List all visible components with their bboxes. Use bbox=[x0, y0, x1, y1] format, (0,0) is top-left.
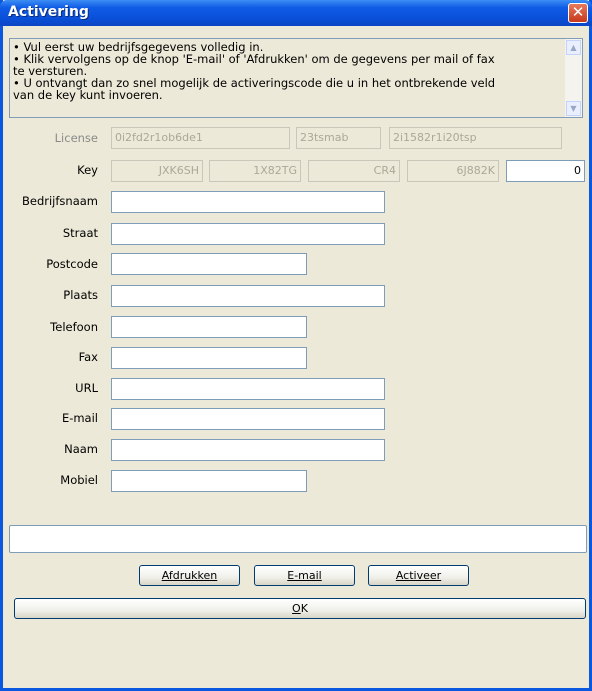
ok-button[interactable]: OK bbox=[14, 598, 586, 619]
mobiel-field[interactable] bbox=[111, 470, 307, 492]
afdrukken-button[interactable]: Afdrukken bbox=[139, 565, 240, 586]
activation-key-input[interactable]: 0 bbox=[506, 160, 585, 182]
activeer-button[interactable]: Activeer bbox=[368, 565, 469, 586]
straat-field[interactable] bbox=[111, 223, 385, 245]
license-label: License bbox=[54, 131, 98, 145]
email-label: E-mail bbox=[61, 411, 98, 425]
title-bar[interactable]: Activering ✕ bbox=[0, 0, 592, 26]
bedrijfsnaam-field[interactable] bbox=[111, 191, 385, 213]
ok-button-label-rest: K bbox=[300, 602, 308, 615]
url-label: URL bbox=[75, 381, 98, 395]
instruction-line: van de key kunt invoeren. bbox=[13, 88, 163, 102]
license-field-3: 2i1582r1i20tsp bbox=[389, 127, 562, 149]
key-field-3: CR4 bbox=[308, 160, 400, 182]
key-field-1: JXK6SH bbox=[111, 160, 203, 182]
postcode-field[interactable] bbox=[111, 253, 307, 275]
mobiel-label: Mobiel bbox=[60, 473, 98, 487]
plaats-label: Plaats bbox=[63, 288, 98, 302]
postcode-label: Postcode bbox=[46, 257, 98, 271]
naam-label: Naam bbox=[64, 442, 98, 456]
window-title: Activering bbox=[8, 4, 89, 20]
close-icon[interactable]: ✕ bbox=[568, 3, 588, 23]
telefoon-field[interactable] bbox=[111, 316, 307, 338]
naam-field[interactable] bbox=[111, 439, 385, 461]
instructions-textbox[interactable]: • Vul eerst uw bedrijfsgegevens volledig… bbox=[9, 38, 583, 118]
email-button[interactable]: E-mail bbox=[254, 565, 355, 586]
key-field-4: 6J882K bbox=[407, 160, 499, 182]
telefoon-label: Telefoon bbox=[50, 320, 98, 334]
key-label: Key bbox=[77, 163, 98, 177]
ok-button-mnemonic: O bbox=[292, 602, 301, 615]
key-field-2: 1X82TG bbox=[209, 160, 301, 182]
activation-dialog: Activering ✕ • Vul eerst uw bedrijfsgege… bbox=[0, 0, 592, 691]
fax-field[interactable] bbox=[111, 347, 307, 369]
plaats-field[interactable] bbox=[111, 285, 385, 307]
scroll-up-icon[interactable]: ▲ bbox=[566, 40, 581, 55]
vertical-scrollbar[interactable]: ▲ ▼ bbox=[565, 39, 582, 117]
straat-label: Straat bbox=[62, 226, 98, 240]
fax-label: Fax bbox=[78, 350, 98, 364]
result-field[interactable] bbox=[9, 525, 587, 553]
license-field-2: 23tsmab bbox=[296, 127, 381, 149]
email-field[interactable] bbox=[111, 408, 385, 430]
license-field-1: 0i2fd2r1ob6de1 bbox=[111, 127, 290, 149]
bedrijfsnaam-label: Bedrijfsnaam bbox=[21, 194, 98, 208]
url-field[interactable] bbox=[111, 378, 385, 400]
scroll-down-icon[interactable]: ▼ bbox=[566, 101, 581, 116]
